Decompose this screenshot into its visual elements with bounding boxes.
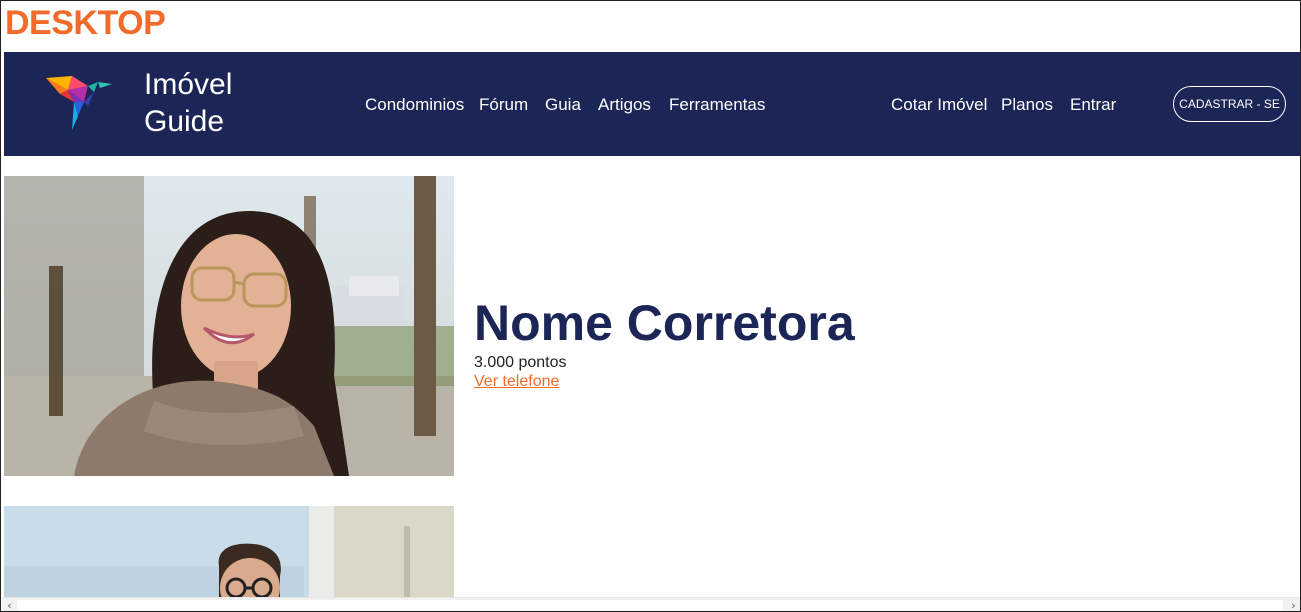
agent-points: 3.000 pontos	[474, 354, 567, 371]
agent-photo	[4, 506, 454, 597]
signup-button[interactable]: CADASTRAR - SE	[1173, 86, 1286, 122]
page-frame: DESKTOP Imóvel Guide Condominios Fórum G…	[0, 0, 1301, 612]
chevron-left-icon[interactable]: ‹	[2, 598, 17, 611]
nav-link-condominios[interactable]: Condominios	[365, 95, 464, 115]
nav-link-ferramentas[interactable]: Ferramentas	[669, 95, 765, 115]
nav-link-artigos[interactable]: Artigos	[598, 95, 651, 115]
agent-name: Nome Corretora	[474, 295, 855, 351]
top-navbar: Imóvel Guide Condominios Fórum Guia Arti…	[4, 52, 1300, 156]
hummingbird-logo-icon[interactable]	[44, 72, 112, 132]
chevron-right-icon[interactable]: ›	[1286, 598, 1300, 611]
horizontal-scrollbar[interactable]: ‹ ›	[2, 597, 1300, 611]
brand-name[interactable]: Imóvel Guide	[144, 66, 232, 140]
nav-link-guia[interactable]: Guia	[545, 95, 581, 115]
nav-link-entrar[interactable]: Entrar	[1070, 95, 1116, 115]
page-label: DESKTOP	[5, 4, 166, 42]
view-phone-link[interactable]: Ver telefone	[474, 372, 559, 392]
nav-link-planos[interactable]: Planos	[1001, 95, 1053, 115]
scrollbar-thumb[interactable]	[17, 600, 1283, 610]
nav-link-forum[interactable]: Fórum	[479, 95, 528, 115]
nav-link-cotar-imovel[interactable]: Cotar Imóvel	[891, 95, 987, 115]
brand-line-2: Guide	[144, 105, 225, 138]
agent-photo	[4, 176, 454, 476]
brand-line-1: Imóvel	[144, 68, 233, 101]
